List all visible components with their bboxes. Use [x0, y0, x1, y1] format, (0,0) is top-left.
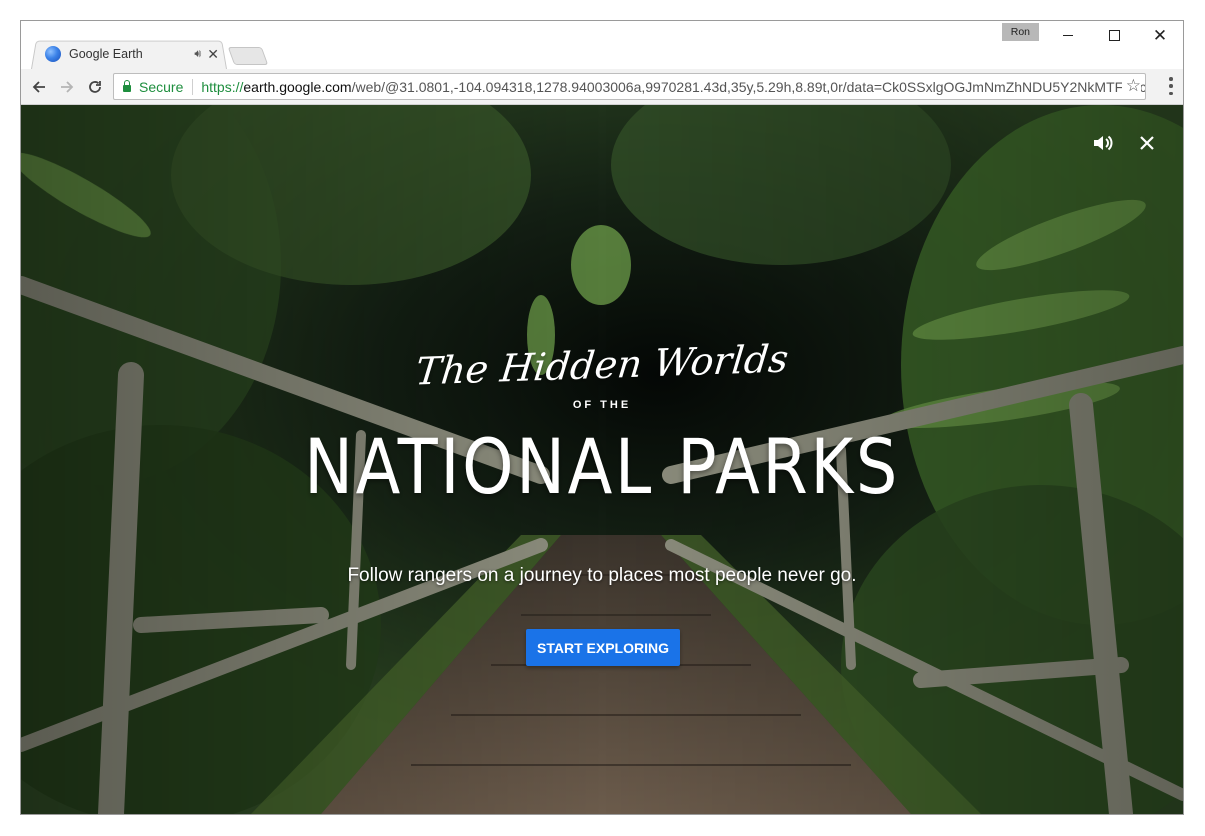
reload-icon [89, 81, 101, 93]
profile-badge[interactable]: Ron [1001, 23, 1039, 41]
maximize-button[interactable] [1091, 21, 1137, 49]
minimize-icon [1063, 34, 1073, 36]
tab-content[interactable]: Google Earth 🔊︎ ✕ [41, 39, 221, 69]
volume-button[interactable] [1089, 129, 1117, 157]
address-bar[interactable]: Secure https://earth.google.com/web/@31.… [113, 73, 1146, 100]
browser-window: Google Earth 🔊︎ ✕ Ron ✕ Secure https://e… [20, 20, 1184, 815]
arrow-right-icon [61, 81, 74, 93]
start-exploring-button[interactable]: START EXPLORING [526, 629, 680, 666]
tab-close-icon[interactable]: ✕ [207, 47, 219, 61]
url-path: /web/@31.0801,-104.094318,1278.94003006a… [351, 78, 1145, 95]
reload-button[interactable] [83, 75, 107, 99]
url-protocol: https:// [201, 78, 244, 95]
tab-title: Google Earth [69, 47, 143, 61]
back-button[interactable] [27, 75, 51, 99]
omnibox-separator [192, 78, 194, 95]
maximize-icon [1108, 29, 1120, 41]
close-icon [1140, 136, 1154, 150]
url-text[interactable]: https://earth.google.com/web/@31.0801,-1… [201, 79, 1145, 95]
close-icon: ✕ [1152, 25, 1168, 45]
google-earth-favicon-icon [45, 46, 61, 62]
minimize-button[interactable] [1045, 21, 1091, 49]
hero-main-title: NATIONAL PARKS [304, 422, 900, 511]
browser-toolbar: Secure https://earth.google.com/web/@31.… [21, 69, 1183, 105]
kebab-menu-icon[interactable] [1169, 77, 1173, 95]
url-host: earth.google.com [243, 78, 352, 95]
new-tab-button[interactable] [227, 47, 269, 65]
secure-label[interactable]: Secure [139, 79, 183, 95]
forward-button[interactable] [55, 75, 79, 99]
window-close-button[interactable]: ✕ [1137, 21, 1183, 49]
hero-subtitle: Follow rangers on a journey to places mo… [347, 565, 857, 586]
speaker-icon[interactable]: 🔊︎ [194, 48, 201, 61]
lock-icon [123, 80, 131, 92]
hero-close-button[interactable] [1133, 129, 1161, 157]
arrow-left-icon [32, 81, 45, 93]
tab-strip: Google Earth 🔊︎ ✕ Ron ✕ [21, 21, 1183, 69]
star-icon[interactable]: ☆ [1121, 76, 1141, 96]
volume-icon [1094, 135, 1113, 151]
earth-intro-hero: The Hidden Worlds OF THE NATIONAL PARKS … [21, 105, 1183, 814]
hero-connector: OF THE [572, 399, 632, 411]
